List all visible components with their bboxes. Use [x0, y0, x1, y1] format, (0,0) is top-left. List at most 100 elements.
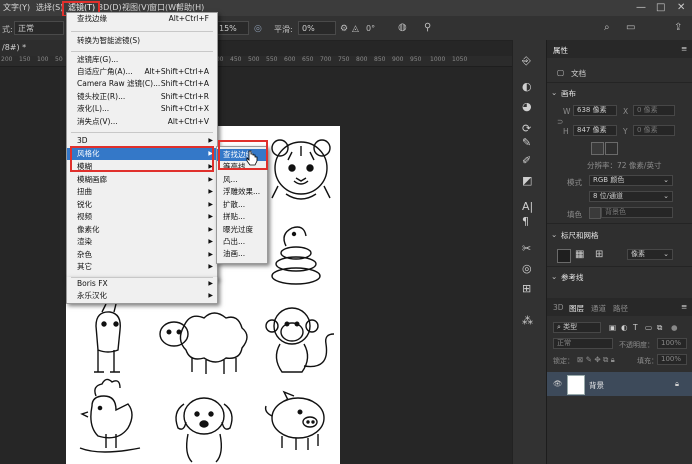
filter-toggle-icon[interactable]: ●: [671, 323, 678, 332]
menu-select[interactable]: 选择(S): [36, 2, 63, 14]
menu-type[interactable]: 文字(Y): [3, 2, 30, 14]
color-mode-select[interactable]: RGB 颜色 ⌄: [589, 175, 673, 186]
link-icon[interactable]: ⊃: [557, 117, 563, 126]
paragraph-icon[interactable]: ¶: [522, 215, 529, 228]
guides-toggle-icon[interactable]: ⊞: [595, 249, 603, 260]
close-icon[interactable]: ✕: [677, 2, 685, 13]
pressure-size-icon[interactable]: ◍: [398, 22, 407, 33]
layer-filter-select[interactable]: ⌕ 类型: [553, 322, 601, 333]
minimize-icon[interactable]: —: [636, 2, 646, 13]
color-icon[interactable]: ◕: [522, 100, 532, 113]
document-tab[interactable]: /8#) *: [0, 40, 68, 56]
menu-item-yongle-localization[interactable]: 永乐汉化 ▶: [67, 290, 217, 302]
clone-source-icon[interactable]: ✐: [522, 154, 531, 167]
resolution-text: 分辨率：72 像素/英寸: [587, 161, 662, 170]
chevron-down-icon[interactable]: ⌄: [551, 230, 557, 239]
adjustments-icon[interactable]: ◐: [522, 80, 532, 93]
symmetry-icon[interactable]: ⚲: [424, 22, 431, 33]
grid-toggle-icon[interactable]: ▦: [575, 249, 584, 260]
menu-item-convert-smart-filter[interactable]: 转换为智能滤镜(S): [67, 35, 217, 47]
layer-blend-value: 正常: [557, 339, 571, 347]
pressure-icon[interactable]: ◎: [254, 24, 262, 34]
menu-item-distort[interactable]: 扭曲 ▶: [67, 186, 217, 198]
width-field[interactable]: 638 像素: [573, 105, 617, 116]
height-field[interactable]: 847 像素: [573, 125, 617, 136]
workspace-icon[interactable]: ▭: [626, 22, 635, 33]
tab-paths[interactable]: 路径: [613, 303, 628, 314]
tab-layers[interactable]: 图层: [569, 303, 584, 314]
panel-menu-icon[interactable]: ≡: [681, 302, 687, 311]
ruler-toggle-icon[interactable]: [557, 249, 571, 263]
filter-type-icon[interactable]: T: [633, 323, 638, 332]
layer-fill-field[interactable]: 100%: [657, 354, 687, 365]
angle-value[interactable]: 0°: [366, 24, 375, 33]
swatches-icon[interactable]: ⟳: [522, 122, 531, 135]
tab-channels[interactable]: 通道: [591, 303, 606, 314]
filter-shape-icon[interactable]: ▭: [645, 323, 652, 332]
chevron-down-icon[interactable]: ⌄: [551, 272, 557, 281]
menu-item-other[interactable]: 其它 ▶: [67, 261, 217, 273]
tool-presets-icon[interactable]: ◩: [522, 174, 532, 187]
opacity-field[interactable]: 15%: [215, 21, 249, 35]
submenu-item-wind[interactable]: 风...: [217, 174, 267, 186]
menu-item-liquify[interactable]: 液化(L)... Shift+Ctrl+X: [67, 103, 217, 115]
history-icon[interactable]: ⎆: [522, 54, 531, 68]
tab-properties[interactable]: 属性: [553, 45, 568, 56]
ruler-tick: 500: [248, 56, 260, 63]
submenu-item-diffuse[interactable]: 扩散...: [217, 199, 267, 211]
panel-menu-icon[interactable]: ≡: [681, 44, 687, 53]
submenu-item-solarize[interactable]: 曝光过度: [217, 224, 267, 236]
blend-mode-select[interactable]: 正常: [553, 338, 613, 349]
navigator-icon[interactable]: ◎: [522, 262, 532, 275]
smooth-settings-icon[interactable]: ⚙: [340, 24, 348, 34]
menu-item-vanishing-point[interactable]: 消失点(V)... Alt+Ctrl+V: [67, 116, 217, 128]
layer-comps-icon[interactable]: ⁂: [522, 314, 533, 327]
layer-row[interactable]: 👁︎ 背景 🔒︎: [547, 372, 692, 396]
menu-separator: [71, 31, 213, 32]
menu-item-video[interactable]: 视频 ▶: [67, 211, 217, 223]
layer-name[interactable]: 背景: [589, 380, 604, 391]
submenu-item-oil-paint[interactable]: 油画...: [217, 248, 267, 260]
menu-item-boris-fx[interactable]: Boris FX ▶: [67, 278, 217, 290]
share-icon[interactable]: ⇪: [674, 22, 682, 33]
chevron-down-icon[interactable]: ⌄: [551, 88, 557, 97]
layer-opacity-field[interactable]: 100%: [657, 338, 687, 349]
menu-item-adaptive-wide-angle[interactable]: 自适应广角(A)... Alt+Shift+Ctrl+A: [67, 66, 217, 78]
menu-item-sharpen[interactable]: 锐化 ▶: [67, 199, 217, 211]
menu-item-noise[interactable]: 杂色 ▶: [67, 249, 217, 261]
smooth-field[interactable]: 0%: [298, 21, 336, 35]
character-icon[interactable]: A|: [522, 200, 533, 213]
tab-3d[interactable]: 3D: [553, 303, 564, 312]
brush-icon[interactable]: ✎: [522, 136, 531, 149]
submenu-item-emboss[interactable]: 浮雕效果...: [217, 186, 267, 198]
lock-pixels-icon[interactable]: ⊠ ✎ ✥ ⧉ 🔒︎: [577, 355, 615, 365]
y-field[interactable]: 0 像素: [633, 125, 675, 136]
maximize-icon[interactable]: □: [656, 2, 665, 13]
glyphs-icon[interactable]: ⊞: [522, 282, 531, 295]
menu-item-find-edges-last[interactable]: 查找边缘 Alt+Ctrl+F: [67, 13, 217, 25]
filter-smart-icon[interactable]: ⧉: [657, 323, 662, 333]
filter-pixel-icon[interactable]: ▣: [609, 323, 616, 332]
ruler-units-select[interactable]: 像素 ⌄: [627, 249, 673, 260]
menu-item-render[interactable]: 渲染 ▶: [67, 236, 217, 248]
landscape-orientation-icon[interactable]: [605, 142, 618, 155]
portrait-orientation-icon[interactable]: [591, 142, 604, 155]
3d-icon[interactable]: ✂: [522, 242, 531, 255]
blend-mode-select[interactable]: 正常: [14, 21, 64, 35]
search-icon[interactable]: ⌕: [604, 22, 610, 33]
filter-adjustment-icon[interactable]: ◐: [621, 323, 628, 332]
bit-depth-select[interactable]: 8 位/通道 ⌄: [589, 191, 673, 202]
menu-item-lens-correction[interactable]: 镜头校正(R)... Shift+Ctrl+R: [67, 91, 217, 103]
menu-item-filter-gallery[interactable]: 滤镜库(G)...: [67, 54, 217, 66]
menu-item-blur-gallery[interactable]: 模糊画廊 ▶: [67, 174, 217, 186]
fill-swatch[interactable]: [589, 207, 601, 219]
submenu-item-tiles[interactable]: 拼贴...: [217, 211, 267, 223]
fill-select[interactable]: 背景色: [601, 207, 673, 218]
height-label: H: [563, 127, 569, 136]
x-field[interactable]: 0 像素: [633, 105, 675, 116]
layer-opacity-value: 100%: [661, 339, 682, 347]
submenu-item-extrude[interactable]: 凸出...: [217, 236, 267, 248]
menu-item-pixelate[interactable]: 像素化 ▶: [67, 224, 217, 236]
menu-item-camera-raw[interactable]: Camera Raw 滤镜(C)... Shift+Ctrl+A: [67, 78, 217, 90]
visibility-eye-icon[interactable]: 👁︎: [553, 379, 563, 388]
